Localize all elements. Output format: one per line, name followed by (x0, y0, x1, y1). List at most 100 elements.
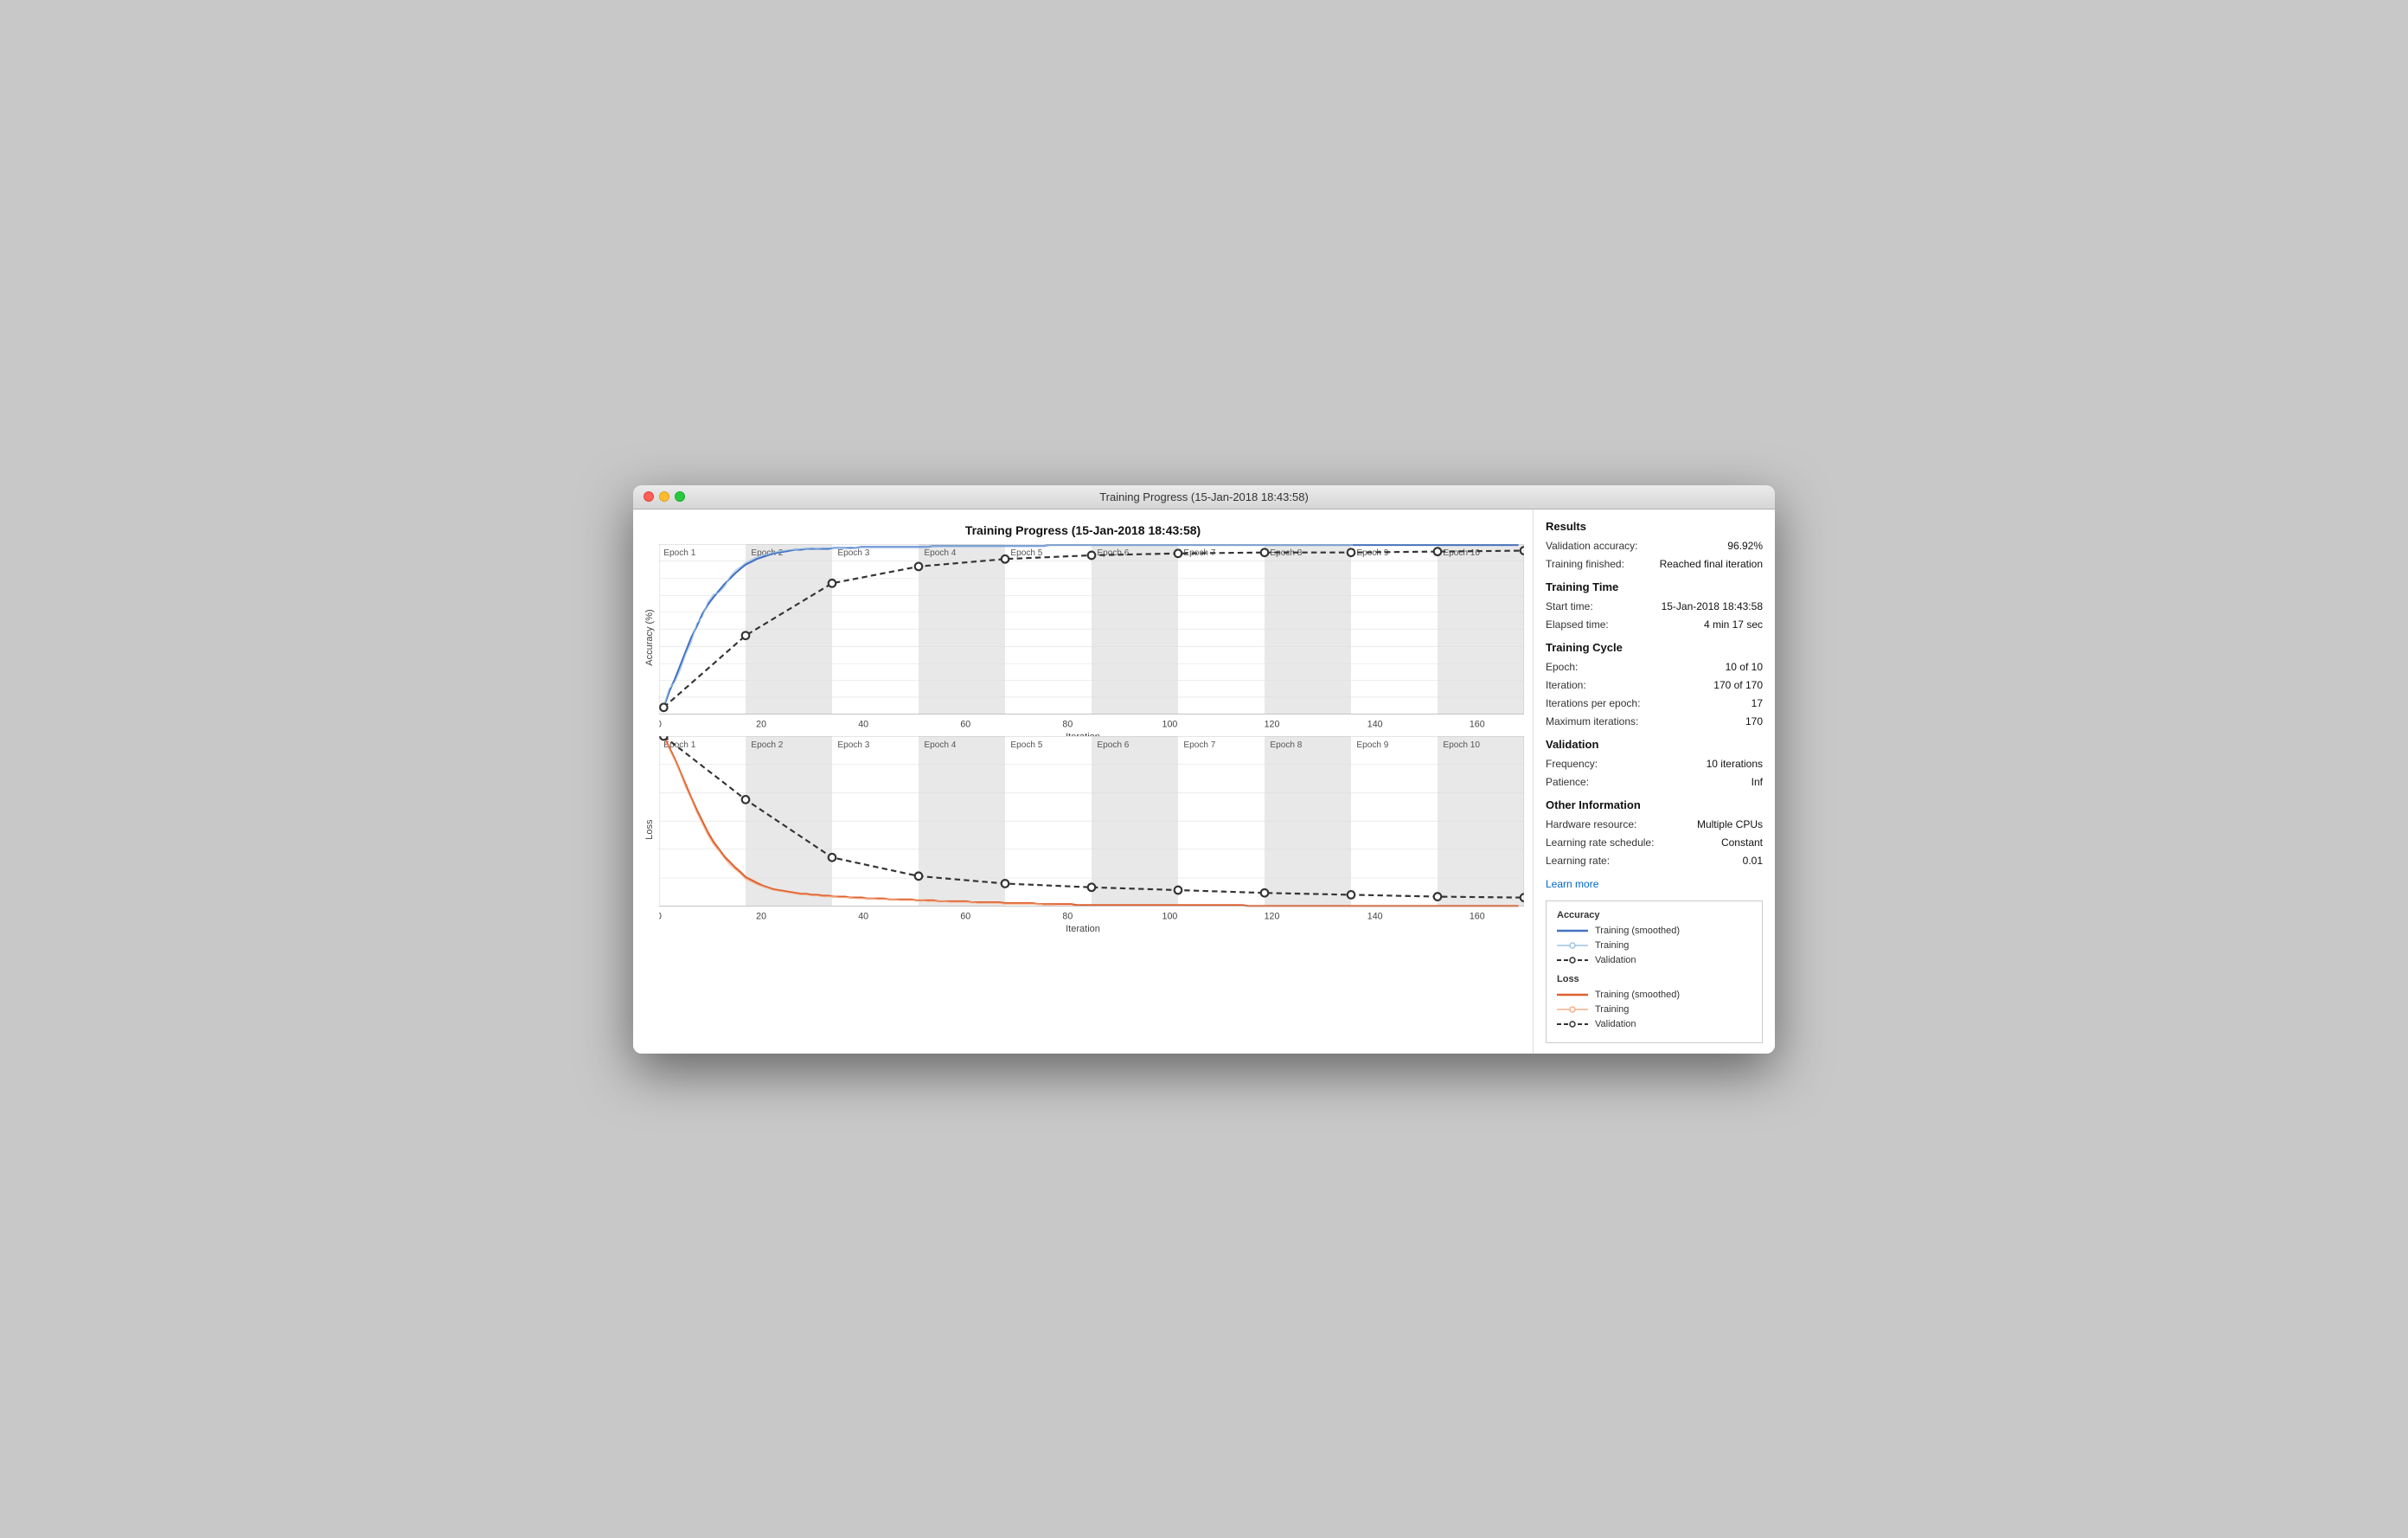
legend-blue-solid-icon (1557, 926, 1588, 936)
start-time-value: 15-Jan-2018 18:43:58 (1662, 599, 1763, 614)
loss-x-label: Iteration (642, 924, 1524, 934)
svg-text:Epoch 2: Epoch 2 (751, 740, 783, 749)
hardware-row: Hardware resource: Multiple CPUs (1546, 817, 1763, 832)
charts-area: Training Progress (15-Jan-2018 18:43:58)… (633, 509, 1533, 1054)
svg-text:140: 140 (1367, 719, 1383, 729)
svg-text:Epoch 10: Epoch 10 (1443, 740, 1480, 749)
legend-loss-validation-label: Validation (1595, 1019, 1636, 1029)
main-window: Training Progress (15-Jan-2018 18:43:58)… (633, 485, 1775, 1054)
max-iter-value: 170 (1745, 714, 1763, 729)
titlebar-title: Training Progress (15-Jan-2018 18:43:58) (1099, 490, 1309, 503)
accuracy-y-label: Accuracy (%) (642, 544, 657, 731)
chart-main-title: Training Progress (15-Jan-2018 18:43:58) (642, 523, 1524, 537)
svg-text:40: 40 (858, 911, 868, 921)
results-heading: Results (1546, 520, 1763, 533)
svg-text:Epoch 3: Epoch 3 (837, 548, 869, 557)
loss-y-label: Loss (642, 736, 657, 923)
lr-value: 0.01 (1743, 853, 1763, 868)
start-time-row: Start time: 15-Jan-2018 18:43:58 (1546, 599, 1763, 614)
legend-orange-dot-icon (1557, 1004, 1588, 1015)
iter-per-epoch-label: Iterations per epoch: (1546, 695, 1640, 711)
epoch-row: Epoch: 10 of 10 (1546, 659, 1763, 675)
svg-text:100: 100 (1162, 911, 1178, 921)
svg-text:Epoch 6: Epoch 6 (1097, 548, 1129, 557)
iteration-value: 170 of 170 (1713, 677, 1763, 693)
svg-text:Epoch 1: Epoch 1 (663, 548, 695, 557)
svg-text:120: 120 (1265, 911, 1280, 921)
max-iter-label: Maximum iterations: (1546, 714, 1638, 729)
learn-more-link[interactable]: Learn more (1546, 878, 1598, 890)
patience-value: Inf (1752, 774, 1763, 790)
other-heading: Other Information (1546, 798, 1763, 811)
minimize-button[interactable] (659, 491, 669, 502)
titlebar: Training Progress (15-Jan-2018 18:43:58) (633, 485, 1775, 509)
svg-text:Epoch 5: Epoch 5 (1010, 740, 1042, 749)
frequency-label: Frequency: (1546, 756, 1598, 772)
patience-row: Patience: Inf (1546, 774, 1763, 790)
svg-text:40: 40 (858, 719, 868, 729)
svg-text:120: 120 (1265, 719, 1280, 729)
svg-text:20: 20 (756, 911, 766, 921)
legend-blue-dot-icon (1557, 940, 1588, 951)
hardware-label: Hardware resource: (1546, 817, 1636, 832)
loss-svg: 0 1 2 3 4 5 6 0 20 40 60 80 (659, 736, 1524, 923)
close-button[interactable] (644, 491, 654, 502)
lr-schedule-row: Learning rate schedule: Constant (1546, 835, 1763, 850)
accuracy-chart-inner: 0 10 20 30 40 50 60 70 80 90 100 (659, 544, 1524, 731)
start-time-label: Start time: (1546, 599, 1593, 614)
frequency-value: 10 iterations (1707, 756, 1763, 772)
svg-text:20: 20 (756, 719, 766, 729)
svg-text:Epoch 8: Epoch 8 (1270, 740, 1302, 749)
svg-text:60: 60 (960, 911, 970, 921)
legend-loss-training-smoothed: Training (smoothed) (1557, 990, 1752, 1000)
legend-loss-title: Loss (1557, 974, 1752, 984)
training-finished-label: Training finished: (1546, 556, 1624, 572)
legend-accuracy-title: Accuracy (1557, 910, 1752, 920)
loss-chart-wrapper: Loss (642, 736, 1524, 926)
patience-label: Patience: (1546, 774, 1589, 790)
legend-box: Accuracy Training (smoothed) Training (1546, 900, 1763, 1043)
elapsed-time-label: Elapsed time: (1546, 617, 1609, 632)
maximize-button[interactable] (675, 491, 685, 502)
legend-orange-solid-icon (1557, 990, 1588, 1000)
svg-text:80: 80 (1062, 911, 1073, 921)
legend-loss-dashed-icon (1557, 1019, 1588, 1029)
iter-per-epoch-value: 17 (1752, 695, 1763, 711)
svg-text:Epoch 5: Epoch 5 (1010, 548, 1042, 557)
legend-loss-training-smoothed-label: Training (smoothed) (1595, 990, 1680, 1000)
svg-text:160: 160 (1470, 911, 1485, 921)
lr-schedule-label: Learning rate schedule: (1546, 835, 1654, 850)
iteration-label: Iteration: (1546, 677, 1586, 693)
iteration-row: Iteration: 170 of 170 (1546, 677, 1763, 693)
content-area: Training Progress (15-Jan-2018 18:43:58)… (633, 509, 1775, 1054)
svg-text:Epoch 6: Epoch 6 (1097, 740, 1129, 749)
loss-chart-inner: 0 1 2 3 4 5 6 0 20 40 60 80 (659, 736, 1524, 923)
svg-text:0: 0 (659, 719, 662, 729)
legend-training-smoothed-label: Training (smoothed) (1595, 926, 1680, 936)
loss-chart-container: Loss (642, 736, 1524, 923)
legend-loss-training: Training (1557, 1004, 1752, 1015)
accuracy-chart-wrapper: Accuracy (%) (642, 544, 1524, 734)
training-finished-row: Training finished: Reached final iterati… (1546, 556, 1763, 572)
svg-text:0: 0 (659, 911, 662, 921)
lr-label: Learning rate: (1546, 853, 1610, 868)
epoch-value: 10 of 10 (1726, 659, 1763, 675)
legend-loss-validation: Validation (1557, 1019, 1752, 1029)
validation-heading: Validation (1546, 738, 1763, 751)
validation-accuracy-row: Validation accuracy: 96.92% (1546, 538, 1763, 554)
legend-training: Training (1557, 940, 1752, 951)
svg-text:140: 140 (1367, 911, 1383, 921)
accuracy-chart-container: Accuracy (%) (642, 544, 1524, 731)
validation-accuracy-label: Validation accuracy: (1546, 538, 1638, 554)
svg-text:60: 60 (960, 719, 970, 729)
elapsed-time-value: 4 min 17 sec (1704, 617, 1763, 632)
legend-loss-section: Loss Training (smoothed) Training (1557, 974, 1752, 1029)
svg-text:Epoch 4: Epoch 4 (924, 740, 956, 749)
legend-training-smoothed: Training (smoothed) (1557, 926, 1752, 936)
lr-row: Learning rate: 0.01 (1546, 853, 1763, 868)
training-time-heading: Training Time (1546, 580, 1763, 593)
max-iter-row: Maximum iterations: 170 (1546, 714, 1763, 729)
svg-text:Epoch 4: Epoch 4 (924, 548, 956, 557)
svg-text:80: 80 (1062, 719, 1073, 729)
accuracy-svg: 0 10 20 30 40 50 60 70 80 90 100 (659, 544, 1524, 731)
